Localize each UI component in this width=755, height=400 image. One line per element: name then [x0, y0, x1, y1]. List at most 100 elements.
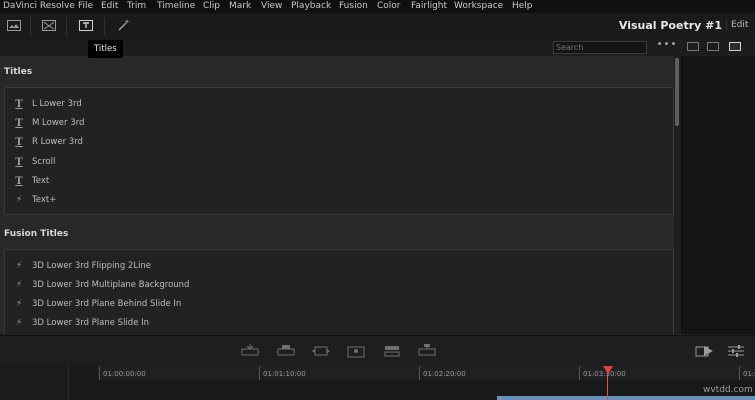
dual-viewer-icon[interactable] [707, 42, 719, 51]
transition-icon [42, 19, 56, 31]
replace-clip-icon [312, 346, 330, 356]
list-item-label: L Lower 3rd [32, 99, 82, 109]
menu-edit[interactable]: Edit [101, 1, 118, 12]
project-title: Visual Poetry #1 [618, 19, 722, 32]
sliders-icon [728, 345, 744, 357]
list-item[interactable]: T Text [13, 173, 49, 189]
menu-workspace[interactable]: Workspace [454, 1, 503, 12]
replace-clip-button[interactable] [311, 344, 331, 358]
tooltip: Titles [88, 40, 123, 58]
list-item-label: 3D Lower 3rd Plane Slide In [32, 318, 150, 328]
page-label: Edit [726, 20, 755, 30]
menu-file[interactable]: File [78, 1, 93, 12]
insert-clip-button[interactable] [240, 344, 260, 358]
toolbar-divider [30, 17, 31, 35]
ruler-tick [739, 366, 740, 380]
titles-browser: Titles T L Lower 3rd T M Lower 3rd T R L… [0, 56, 680, 335]
menu-fairlight[interactable]: Fairlight [411, 1, 447, 12]
media-pool-button[interactable] [5, 17, 23, 33]
insert-clip-icon [241, 344, 259, 356]
fusion-titles-section-heading: Fusion Titles [4, 229, 69, 239]
overwrite-clip-button[interactable] [276, 344, 296, 358]
timeline-clip[interactable] [497, 396, 755, 400]
menu-fusion[interactable]: Fusion [339, 1, 368, 12]
titles-button[interactable] [77, 17, 95, 33]
titles-list: T L Lower 3rd T M Lower 3rd T R Lower 3r… [4, 87, 674, 215]
list-item[interactable]: T Scroll [13, 154, 55, 170]
timecode-label: 01:01:10:00 [263, 370, 306, 378]
overwrite-clip-icon [277, 345, 295, 356]
timecode-label: 01:00:00:00 [103, 370, 146, 378]
search-input[interactable] [556, 42, 642, 53]
list-item[interactable]: T L Lower 3rd [13, 96, 82, 112]
list-item[interactable]: T M Lower 3rd [13, 115, 84, 131]
list-item-label: R Lower 3rd [32, 137, 83, 147]
cinema-viewer-icon[interactable] [729, 42, 741, 51]
titles-icon [79, 19, 93, 31]
append-end-icon [418, 344, 436, 356]
viewer-panel [681, 56, 755, 334]
single-viewer-icon[interactable] [687, 42, 699, 51]
play-icon [695, 346, 713, 357]
list-item-label: Text+ [32, 195, 57, 205]
text-title-icon: T [15, 117, 23, 129]
toolbar-divider [66, 17, 67, 35]
ripple-overwrite-button[interactable] [382, 344, 402, 358]
titles-section-heading: Titles [4, 67, 33, 77]
toolbar-divider [104, 17, 105, 35]
append-end-button[interactable] [417, 344, 437, 358]
fusion-bolt-icon: ⚡ [15, 261, 23, 271]
menu-view[interactable]: View [261, 1, 282, 12]
search-field[interactable] [553, 41, 647, 54]
menu-bar: DaVinci Resolve File Edit Trim Timeline … [0, 0, 755, 13]
vertical-scrollbar[interactable] [674, 56, 680, 334]
fusion-bolt-icon: ⚡ [15, 318, 23, 328]
text-title-icon: T [15, 175, 23, 187]
menu-timeline[interactable]: Timeline [157, 1, 195, 12]
fusion-titles-list: ⚡ 3D Lower 3rd Flipping 2Line ⚡ 3D Lower… [4, 249, 674, 335]
fusion-bolt-icon: ⚡ [15, 195, 23, 205]
list-item-label: 3D Lower 3rd Plane Behind Slide In [32, 299, 182, 309]
ruler-tick [419, 366, 420, 380]
scrollbar-thumb[interactable] [675, 58, 679, 126]
timecode-label: 01:04 [743, 370, 755, 378]
menu-playback[interactable]: Playback [291, 1, 331, 12]
ruler-tick [259, 366, 260, 380]
list-item[interactable]: ⚡ 3D Lower 3rd Plane Slide In [13, 315, 149, 331]
media-pool-icon [7, 19, 21, 31]
more-options-button[interactable]: ••• [655, 40, 679, 53]
place-on-top-icon [347, 346, 365, 358]
text-title-icon: T [15, 98, 23, 110]
list-item-label: M Lower 3rd [32, 118, 85, 128]
list-item[interactable]: ⚡ 3D Lower 3rd Flipping 2Line [13, 258, 151, 274]
magic-wand-icon [118, 19, 130, 31]
list-item-label: Scroll [32, 157, 56, 167]
menu-trim[interactable]: Trim [127, 1, 146, 12]
timecode-ruler[interactable]: 01:00:00:00 01:01:10:00 01:02:20:00 01:0… [97, 366, 755, 380]
menu-help[interactable]: Help [512, 1, 533, 12]
timecode-label: 01:02:20:00 [423, 370, 466, 378]
ripple-overwrite-icon [384, 346, 400, 357]
effects-button[interactable] [115, 17, 133, 33]
menu-mark[interactable]: Mark [229, 1, 251, 12]
ruler-tick [99, 366, 100, 380]
play-timeline-button[interactable] [695, 344, 715, 358]
list-item-label: Text [32, 176, 50, 186]
menu-color[interactable]: Color [377, 1, 401, 12]
fusion-bolt-icon: ⚡ [15, 299, 23, 309]
playhead-marker[interactable] [603, 366, 613, 374]
watermark: wvtdd.com [703, 385, 753, 395]
list-item[interactable]: T R Lower 3rd [13, 134, 83, 150]
list-item[interactable]: ⚡ Text+ [13, 192, 57, 208]
timeline-ruler: 01:00:00:00 01:01:10:00 01:02:20:00 01:0… [0, 366, 755, 400]
text-title-icon: T [15, 156, 23, 168]
list-item[interactable]: ⚡ 3D Lower 3rd Plane Behind Slide In [13, 296, 182, 312]
list-item[interactable]: ⚡ 3D Lower 3rd Multiplane Background [13, 277, 190, 293]
timeline-options-button[interactable] [726, 344, 746, 358]
effects-library-button[interactable] [40, 17, 58, 33]
ruler-tick [579, 366, 580, 380]
place-on-top-button[interactable] [346, 344, 366, 358]
menu-clip[interactable]: Clip [203, 1, 220, 12]
menu-app[interactable]: DaVinci Resolve [3, 1, 75, 12]
text-title-icon: T [15, 136, 23, 148]
